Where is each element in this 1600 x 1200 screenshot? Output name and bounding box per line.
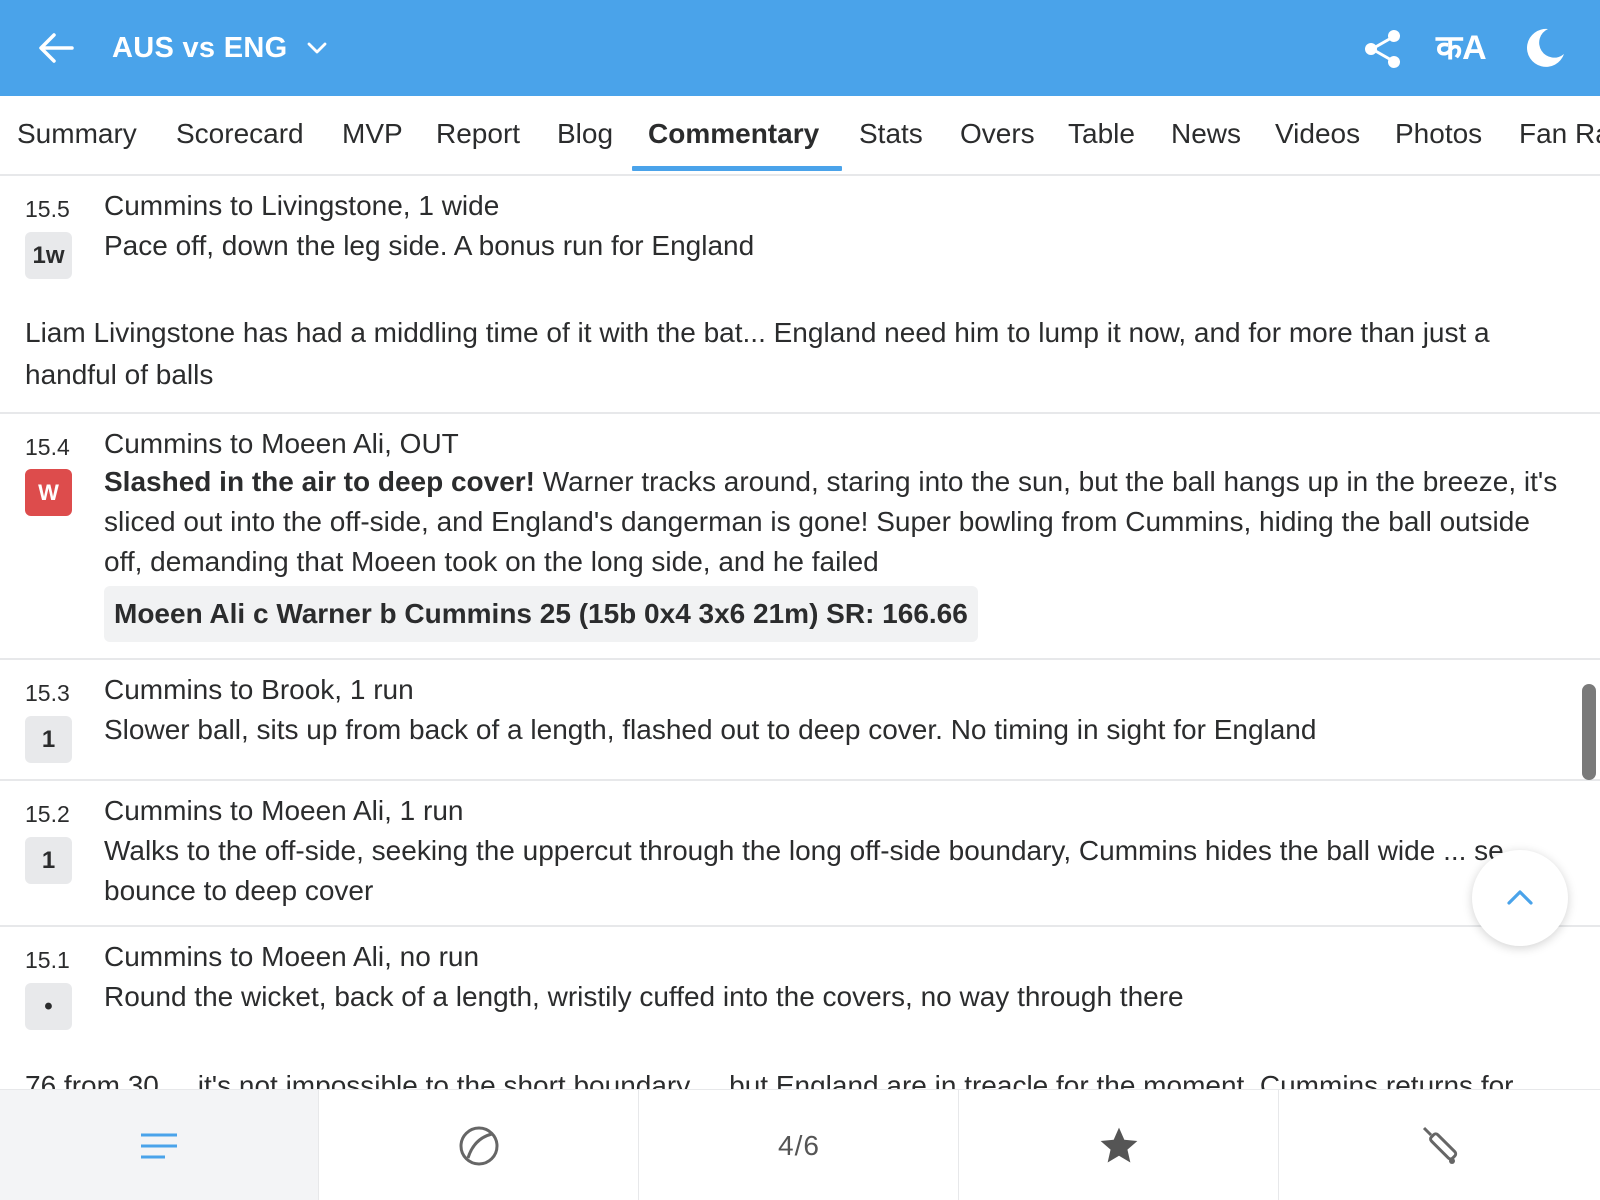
tab-blog[interactable]: Blog — [557, 96, 613, 174]
star-icon — [1100, 1127, 1138, 1162]
tab-bar: Summary Scorecard MVP Report Blog Commen… — [0, 96, 1600, 176]
tab-scorecard[interactable]: Scorecard — [176, 96, 304, 174]
scroll-to-top-button[interactable] — [1472, 850, 1568, 946]
over-number: 15.2 — [25, 801, 70, 827]
scrollbar-thumb[interactable] — [1582, 684, 1596, 780]
ball-result-badge: 1 — [25, 716, 72, 763]
over-number: 15.3 — [25, 680, 70, 706]
page-indicator-text: 4/6 — [778, 1129, 820, 1161]
ball-icon — [459, 1126, 499, 1165]
bat-button[interactable] — [1280, 1090, 1600, 1200]
menu-lines-icon — [141, 1133, 177, 1158]
ball-headline: Cummins to Moeen Ali, OUT — [104, 428, 459, 459]
commentary-item: 15.2 1 Cummins to Moeen Ali, 1 run Walks… — [0, 781, 1600, 927]
ball-commentary: Slashed in the air to deep cover! Warner… — [104, 462, 1574, 582]
active-tab-indicator — [632, 166, 842, 171]
tab-summary[interactable]: Summary — [17, 96, 137, 174]
tab-videos[interactable]: Videos — [1275, 96, 1360, 174]
over-number: 15.1 — [25, 947, 70, 973]
ball-result-badge: • — [25, 983, 72, 1030]
favourite-button[interactable] — [960, 1090, 1279, 1200]
ball-commentary: Pace off, down the leg side. A bonus run… — [104, 230, 755, 261]
app-header: AUS vs ENG कA — [0, 0, 1600, 96]
share-icon[interactable] — [1362, 28, 1404, 70]
tab-news[interactable]: News — [1171, 96, 1241, 174]
bottom-nav: 4/6 — [0, 1089, 1600, 1200]
commentary-item: 15.5 1w Cummins to Livingstone, 1 wide P… — [0, 176, 1600, 414]
match-title: AUS vs ENG — [112, 31, 288, 64]
ball-result-badge: 1 — [25, 837, 72, 884]
ball-headline: Cummins to Brook, 1 run — [104, 674, 414, 705]
bat-icon — [1422, 1126, 1458, 1164]
commentary-item: 15.4 W Cummins to Moeen Ali, OUT Slashed… — [0, 414, 1600, 660]
tab-overs[interactable]: Overs — [960, 96, 1035, 174]
ball-button[interactable] — [320, 1090, 639, 1200]
menu-button[interactable] — [0, 1090, 319, 1200]
ball-commentary: Walks to the off-side, seeking the upper… — [104, 835, 1504, 906]
ball-commentary: Round the wicket, back of a length, wris… — [104, 981, 1184, 1012]
commentary-note: Liam Livingstone has had a middling time… — [25, 317, 1490, 390]
tab-table[interactable]: Table — [1068, 96, 1135, 174]
tab-report[interactable]: Report — [436, 96, 520, 174]
ball-headline: Cummins to Livingstone, 1 wide — [104, 190, 500, 221]
wicket-badge: W — [25, 469, 72, 516]
arrow-left-icon[interactable] — [36, 28, 76, 68]
commentary-note: 76 from 30 ... it's not impossible to th… — [25, 1070, 1514, 1089]
commentary-item: 15.1 • Cummins to Moeen Ali, no run Roun… — [0, 927, 1600, 1089]
tab-mvp[interactable]: MVP — [342, 96, 403, 174]
dismissal-summary: Moeen Ali c Warner b Cummins 25 (15b 0x4… — [104, 586, 978, 642]
over-number: 15.4 — [25, 434, 70, 460]
over-number: 15.5 — [25, 196, 70, 222]
chevron-down-icon — [308, 42, 327, 54]
ball-commentary: Slower ball, sits up from back of a leng… — [104, 714, 1317, 745]
ball-headline: Cummins to Moeen Ali, no run — [104, 941, 480, 972]
tab-stats[interactable]: Stats — [859, 96, 923, 174]
chevron-up-icon — [1507, 890, 1533, 905]
language-toggle[interactable]: कA — [1436, 28, 1487, 68]
page-indicator: 4/6 — [640, 1090, 959, 1200]
ball-headline: Cummins to Moeen Ali, 1 run — [104, 795, 464, 826]
tab-photos[interactable]: Photos — [1395, 96, 1482, 174]
ball-result-badge: 1w — [25, 232, 72, 279]
tab-commentary[interactable]: Commentary — [648, 96, 819, 174]
commentary-item: 15.3 1 Cummins to Brook, 1 run Slower ba… — [0, 660, 1600, 781]
commentary-list: 15.5 1w Cummins to Livingstone, 1 wide P… — [0, 176, 1600, 1089]
tab-fan-ratings[interactable]: Fan Ra — [1519, 96, 1600, 174]
commentary-highlight: Slashed in the air to deep cover! — [104, 466, 536, 497]
moon-icon[interactable] — [1522, 26, 1566, 70]
match-selector[interactable]: AUS vs ENG — [112, 28, 329, 68]
